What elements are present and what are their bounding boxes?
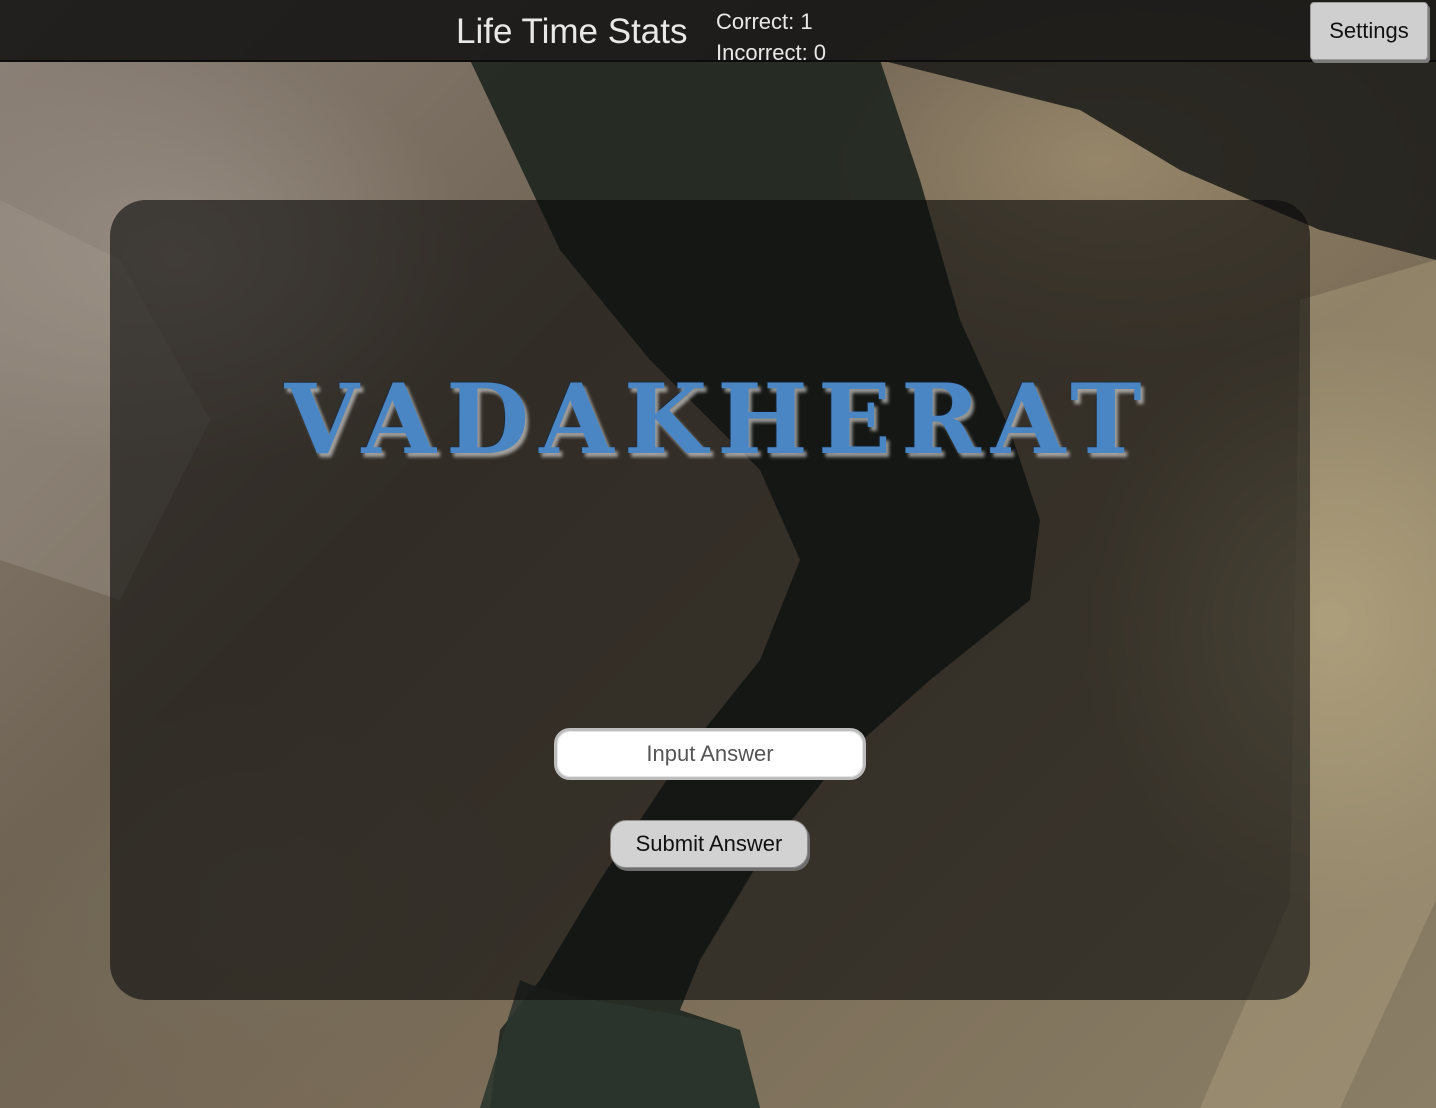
submit-answer-button[interactable]: Submit Answer [610, 820, 808, 868]
settings-button[interactable]: Settings [1310, 2, 1428, 60]
stats-counts: Correct: 1 Incorrect: 0 [716, 6, 826, 68]
lifetime-stats-title: Life Time Stats [456, 12, 688, 51]
correct-count: Correct: 1 [716, 9, 813, 34]
game-card [110, 200, 1310, 1000]
incorrect-count: Incorrect: 0 [716, 40, 827, 65]
top-stats-bar: Life Time Stats Correct: 1 Incorrect: 0 … [0, 0, 1436, 65]
answer-input[interactable] [554, 728, 866, 780]
game-title-logo: VADAKHERAT [284, 363, 1152, 476]
